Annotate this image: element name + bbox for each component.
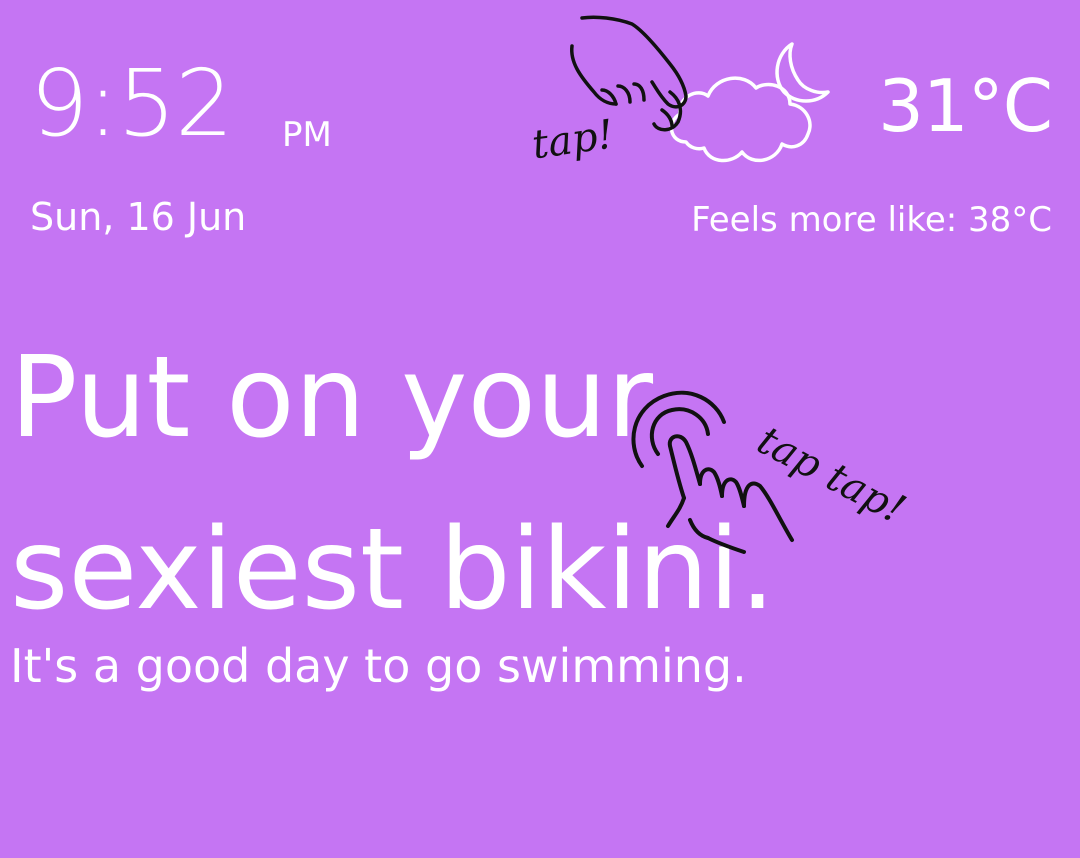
weather-screen: 9:52 PM Sun, 16 Jun 31°C Feels more like… (0, 0, 1080, 858)
headline[interactable]: Put on your sexiest bikini. (10, 312, 1060, 656)
clock-ampm: PM (282, 115, 332, 155)
tap-hint-weather: tap! (529, 111, 617, 169)
clock-time: 9:52 (30, 50, 234, 157)
feels-like: Feels more like: 38°C (691, 200, 1052, 240)
subheadline: It's a good day to go swimming. (10, 639, 747, 693)
temperature: 31°C (878, 64, 1053, 148)
pointing-hand-icon (570, 15, 688, 132)
clock-date: Sun, 16 Jun (30, 195, 247, 239)
